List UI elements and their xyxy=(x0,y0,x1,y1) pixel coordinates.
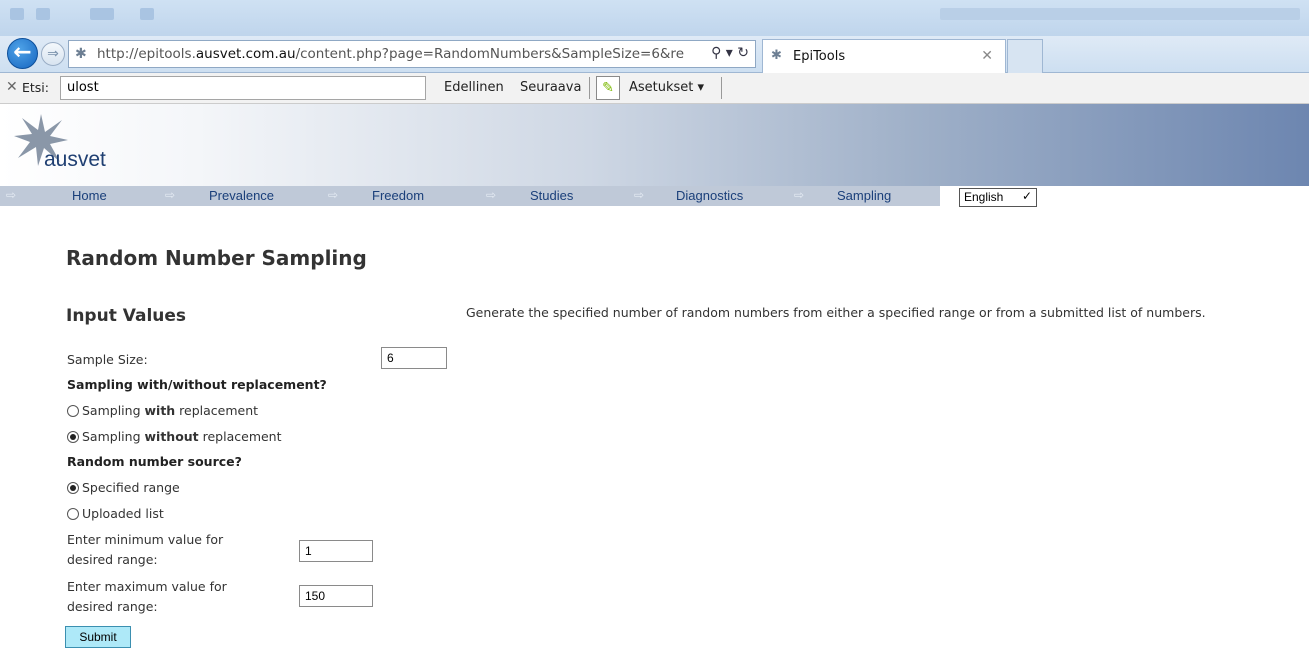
site-menu: ⇨ Home ⇨ Prevalence ⇨ Freedom ⇨ Studies … xyxy=(0,186,940,206)
menu-item-freedom[interactable]: Freedom xyxy=(372,188,424,203)
address-bar[interactable]: ✱ http://epitools.ausvet.com.au/content.… xyxy=(68,40,756,68)
site-logo-text[interactable]: ausvet xyxy=(44,148,106,172)
forward-button[interactable]: ⇒ xyxy=(41,42,65,66)
menu-arrow-icon: ⇨ xyxy=(486,188,497,202)
refresh-icon[interactable]: ↻ xyxy=(737,45,749,61)
menu-arrow-icon: ⇨ xyxy=(165,188,176,202)
language-value: English xyxy=(964,190,1004,204)
specified-range-option[interactable]: Specified range xyxy=(67,480,180,495)
max-value-label: desired range: xyxy=(67,599,158,614)
sample-size-label: Sample Size: xyxy=(67,352,148,367)
save-icon[interactable] xyxy=(36,8,50,20)
window-icon xyxy=(10,8,24,20)
find-input[interactable]: ulost xyxy=(60,76,426,100)
find-label: Etsi: xyxy=(22,80,49,95)
tab-title: EpiTools xyxy=(793,49,846,64)
chevron-down-icon: ✓ xyxy=(1021,189,1032,203)
search-icon[interactable]: ⚲ xyxy=(711,45,721,61)
menu-arrow-icon: ⇨ xyxy=(6,188,17,202)
browser-navbar: ← ⇒ ✱ http://epitools.ausvet.com.au/cont… xyxy=(0,36,1309,73)
tab-favicon-icon: ✱ xyxy=(771,48,782,63)
page-title: Random Number Sampling xyxy=(66,246,367,270)
menu-item-home[interactable]: Home xyxy=(72,188,107,203)
menu-arrow-icon: ⇨ xyxy=(328,188,339,202)
uploaded-list-label: Uploaded list xyxy=(82,506,164,521)
site-favicon-icon: ✱ xyxy=(75,46,87,62)
with-replacement-option[interactable]: Sampling with replacement xyxy=(67,403,258,418)
undo-icon[interactable] xyxy=(90,8,114,20)
new-tab-button[interactable] xyxy=(1007,39,1043,73)
menu-arrow-icon: ⇨ xyxy=(794,188,805,202)
min-value-label: desired range: xyxy=(67,552,158,567)
with-replacement-radio[interactable] xyxy=(67,404,79,417)
address-url[interactable]: http://epitools.ausvet.com.au/content.ph… xyxy=(97,46,684,62)
without-replacement-label: Sampling without replacement xyxy=(82,429,282,444)
section-title: Input Values xyxy=(66,306,187,326)
menu-item-diagnostics[interactable]: Diagnostics xyxy=(676,188,743,203)
window-title xyxy=(940,8,1300,20)
without-replacement-radio[interactable] xyxy=(67,430,79,443)
language-select[interactable]: English ✓ xyxy=(959,188,1037,207)
menu-arrow-icon: ⇨ xyxy=(634,188,645,202)
submit-button[interactable]: Submit xyxy=(65,626,131,648)
dropdown-icon[interactable]: ▾ xyxy=(726,45,733,61)
without-replacement-option[interactable]: Sampling without replacement xyxy=(67,429,282,444)
back-button[interactable]: ← xyxy=(7,38,38,69)
max-value-input[interactable]: 150 xyxy=(299,585,373,607)
min-value-label: Enter minimum value for xyxy=(67,532,224,547)
uploaded-list-option[interactable]: Uploaded list xyxy=(67,506,164,521)
address-tools[interactable]: ⚲ ▾ ↻ xyxy=(711,45,749,61)
find-previous-button[interactable]: Edellinen xyxy=(444,80,504,95)
find-next-button[interactable]: Seuraava xyxy=(520,80,581,95)
with-replacement-label: Sampling with replacement xyxy=(82,403,259,418)
max-value-label: Enter maximum value for xyxy=(67,579,227,594)
close-tab-icon[interactable]: ✕ xyxy=(981,48,993,64)
specified-range-label: Specified range xyxy=(82,480,180,495)
min-value-input[interactable]: 1 xyxy=(299,540,373,562)
source-heading: Random number source? xyxy=(67,454,242,469)
menu-item-prevalence[interactable]: Prevalence xyxy=(209,188,274,203)
uploaded-list-radio[interactable] xyxy=(67,507,79,520)
close-findbar-icon[interactable]: ✕ xyxy=(6,79,18,95)
replacement-heading: Sampling with/without replacement? xyxy=(67,377,327,392)
find-bar: ✕ Etsi: ulost Edellinen Seuraava ✎ Asetu… xyxy=(0,73,1309,104)
specified-range-radio[interactable] xyxy=(67,481,79,494)
browser-titlebar xyxy=(0,0,1309,36)
find-settings-button[interactable]: Asetukset ▾ xyxy=(629,80,704,95)
tab-epitools[interactable]: ✱ EpiTools ✕ xyxy=(762,39,1006,73)
sample-size-input[interactable]: 6 xyxy=(381,347,447,369)
divider xyxy=(721,77,722,99)
site-header: ausvet xyxy=(0,104,1309,186)
menu-item-studies[interactable]: Studies xyxy=(530,188,573,203)
page-description: Generate the specified number of random … xyxy=(466,305,1206,320)
quick-access-icon[interactable] xyxy=(140,8,154,20)
divider xyxy=(589,77,590,99)
highlight-pencil-icon[interactable]: ✎ xyxy=(596,76,620,100)
menu-item-sampling[interactable]: Sampling xyxy=(837,188,891,203)
